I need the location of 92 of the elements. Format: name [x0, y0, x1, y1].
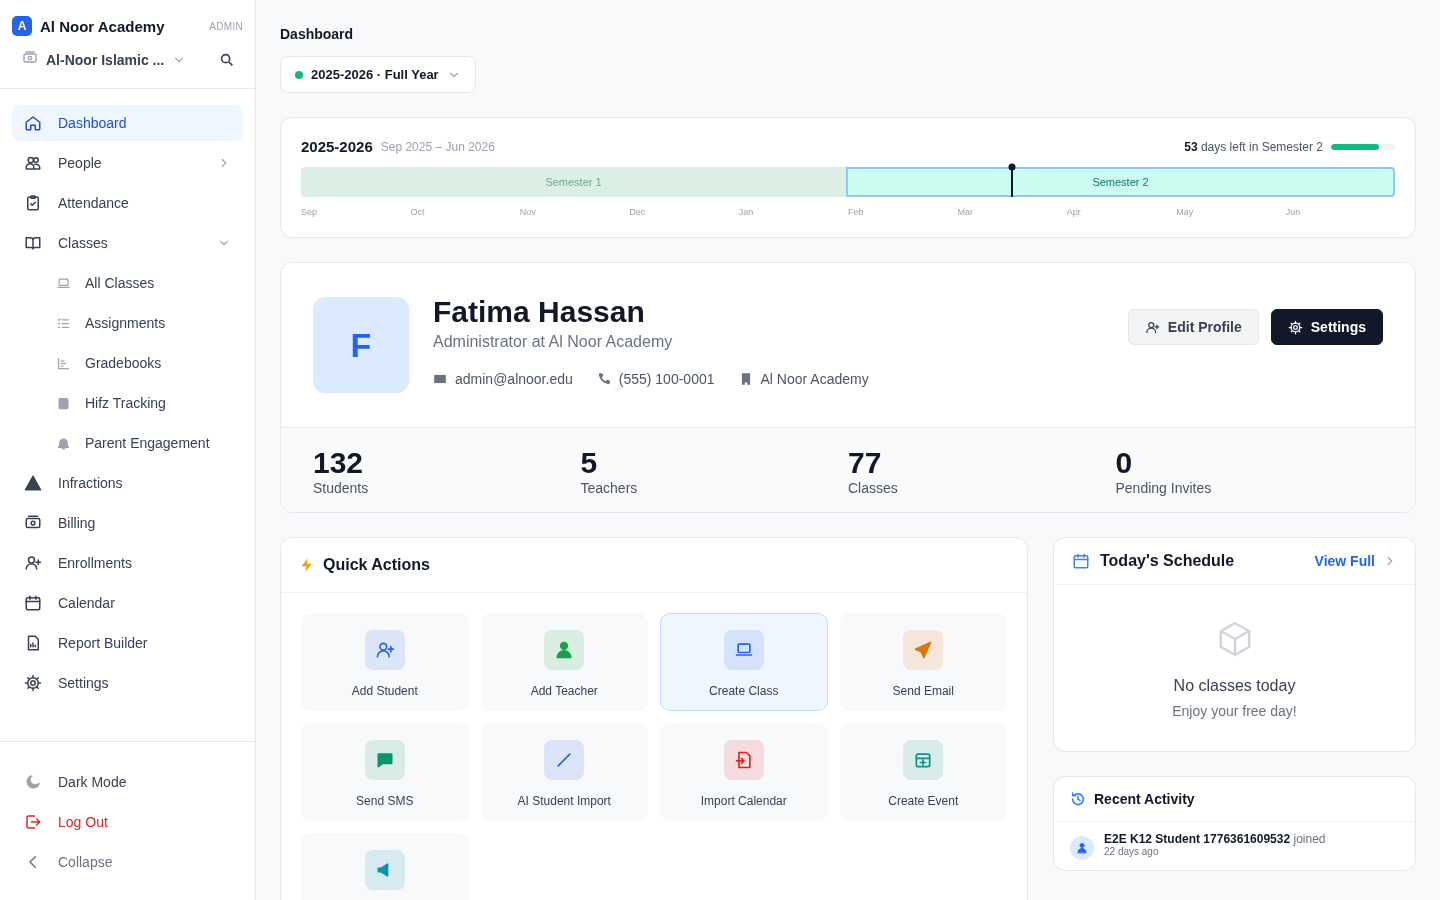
stat-label: Pending Invites: [1115, 480, 1213, 496]
month-label: Mar: [957, 207, 973, 217]
month-label: May: [1176, 207, 1194, 217]
year-selector[interactable]: 2025-2026 · Full Year: [280, 56, 476, 93]
page-title: Dashboard: [280, 26, 355, 42]
person-icon: [1076, 842, 1088, 854]
stat-value: 5: [580, 446, 599, 480]
nav-item[interactable]: Log Out: [12, 804, 243, 840]
semester-segment: Semester 1: [301, 167, 846, 197]
calendar-icon: [24, 594, 42, 612]
stat-label: Classes: [848, 480, 899, 496]
month-label: Nov: [519, 207, 536, 217]
semester-segment: Semester 2: [846, 167, 1395, 197]
home-icon: [24, 114, 42, 132]
stat-value: 132: [313, 446, 365, 480]
card-title: Recent Activity: [1094, 791, 1195, 807]
checklist-icon: [56, 315, 71, 331]
month-label: Apr: [1066, 207, 1081, 217]
month-label: Jun: [1285, 207, 1301, 217]
banknote-icon: [22, 50, 38, 66]
role-label: ADMIN: [209, 20, 243, 32]
profile-name: Fatima Hassan: [433, 295, 646, 329]
moon-icon: [24, 773, 42, 791]
quick-action[interactable]: AI Student Import: [480, 723, 648, 821]
email: admin@alnoor.edu: [455, 371, 573, 387]
phone-icon: [596, 372, 611, 386]
calendar-icon: [1072, 552, 1090, 570]
user-plus-icon: [1144, 319, 1160, 335]
quick-action[interactable]: Create Class: [660, 613, 828, 711]
nav-item[interactable]: Assignments: [12, 305, 243, 341]
edit-profile-button[interactable]: Edit Profile: [1127, 309, 1259, 345]
stat-label: Students: [313, 480, 370, 496]
activity-text: E2E K12 Student 1776361609532 joined: [1104, 832, 1326, 846]
app-name: Al Noor Academy: [40, 17, 166, 35]
laptop-icon: [56, 275, 71, 291]
nav-item[interactable]: Billing: [12, 505, 243, 541]
school-selector[interactable]: Al-Noor Islamic ...: [46, 52, 165, 68]
nav-item[interactable]: Report Builder: [12, 625, 243, 661]
nav-item[interactable]: Settings: [12, 665, 243, 701]
nav-item[interactable]: Dashboard: [12, 105, 243, 141]
month-label: Feb: [848, 207, 864, 217]
quick-action[interactable]: Add Teacher: [480, 613, 648, 711]
year-title: 2025-2026: [301, 138, 373, 155]
settings-button[interactable]: Settings: [1270, 309, 1383, 345]
people-icon: [24, 154, 42, 172]
nav-item[interactable]: Enrollments: [12, 545, 243, 581]
organization: Al Noor Academy: [760, 371, 869, 387]
month-label: Oct: [410, 207, 425, 217]
profile-role: Administrator at Al Noor Academy: [433, 333, 674, 351]
date-range: Sep 2025 – Jun 2026: [380, 139, 496, 154]
quick-action[interactable]: Send SMS: [301, 723, 469, 821]
card-title: Today's Schedule: [1100, 552, 1236, 570]
nav-item[interactable]: Infractions: [12, 465, 243, 501]
month-label: Jan: [738, 207, 754, 217]
month-label: Sep: [301, 207, 317, 217]
quick-action[interactable]: Import Calendar: [660, 723, 828, 821]
nav-item[interactable]: Gradebooks: [12, 345, 243, 381]
nav-item[interactable]: Hifz Tracking: [12, 385, 243, 421]
stat-value: 0: [1115, 446, 1134, 480]
quick-action[interactable]: Add Student: [301, 613, 469, 711]
logo: A: [12, 16, 32, 36]
quick-action[interactable]: Create Event: [839, 723, 1007, 821]
history-icon: [1070, 791, 1086, 807]
settings-icon: [1287, 319, 1303, 335]
nav-item[interactable]: Collapse: [12, 844, 243, 880]
settings-icon: [24, 674, 42, 692]
view-full-link[interactable]: View Full: [1314, 553, 1397, 569]
activity-time: 22 days ago: [1104, 846, 1160, 857]
logout-icon: [24, 813, 42, 831]
nav-item[interactable]: Attendance: [12, 185, 243, 221]
nav-item[interactable]: Classes: [12, 225, 243, 261]
month-label: Dec: [629, 207, 646, 217]
warning-icon: [24, 474, 42, 492]
stat-label: Teachers: [580, 480, 639, 496]
user-plus-icon: [24, 554, 42, 572]
empty-title: No classes today: [1173, 677, 1296, 695]
quick-action[interactable]: Send Email: [839, 613, 1007, 711]
card-title: Quick Actions: [323, 556, 430, 574]
empty-text: Enjoy your free day!: [1172, 703, 1297, 719]
bell-icon: [56, 435, 71, 451]
search-icon[interactable]: [219, 52, 235, 68]
nav-item[interactable]: All Classes: [12, 265, 243, 301]
nav-item[interactable]: Dark Mode: [12, 764, 243, 800]
avatar: F: [313, 297, 409, 393]
clipboard-icon: [24, 194, 42, 212]
nav-item[interactable]: People: [12, 145, 243, 181]
chart-icon: [56, 355, 71, 371]
nav-item[interactable]: Calendar: [12, 585, 243, 621]
days-left: 53 days left in Semester 2: [1184, 139, 1323, 154]
stat-value: 77: [848, 446, 883, 480]
nav-item[interactable]: Parent Engagement: [12, 425, 243, 461]
phone: (555) 100-0001: [618, 371, 715, 387]
